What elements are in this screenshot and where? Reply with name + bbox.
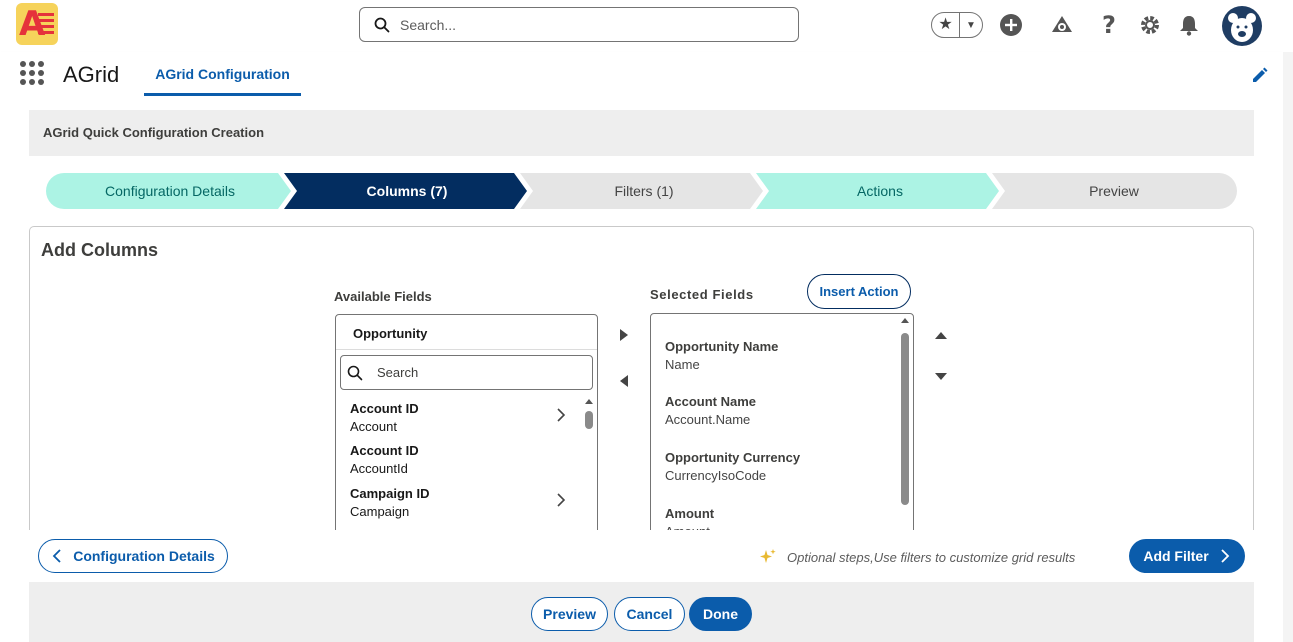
back-configuration-details-button[interactable]: Configuration Details [38,539,228,573]
available-fields-label: Available Fields [334,289,432,304]
main-content: AGrid Quick Configuration Creation Confi… [0,96,1283,642]
path-step-label: Columns (7) [367,183,448,199]
sparkle-icon [760,549,776,563]
move-down-arrow-icon[interactable] [933,369,949,385]
app-launcher-icon[interactable] [20,61,44,85]
field-label: Account Name [665,394,757,409]
field-api-name: Account [350,419,397,434]
back-button-label: Configuration Details [73,548,215,564]
global-header: A ★ ▼ ? [0,0,1293,52]
available-fields-listbox: Opportunity Account ID Account Account I… [335,314,598,546]
field-label: Account ID [350,401,419,416]
app-navigation-bar: AGrid AGrid Configuration [0,52,1283,96]
search-icon [374,17,390,32]
available-field-item[interactable]: Campaign ID Campaign [336,486,582,528]
step-path: Configuration Details Columns (7) Filter… [46,173,1237,209]
search-icon [347,365,363,380]
section-title: AGrid Quick Configuration Creation [43,125,265,140]
trailhead-guide-icon[interactable] [1049,12,1075,38]
selected-field-item[interactable]: Opportunity Currency CurrencyIsoCode [665,450,895,490]
global-search-input[interactable] [400,16,780,33]
field-label: Opportunity Name [665,339,779,354]
tab-agrid-configuration[interactable]: AGrid Configuration [144,52,301,96]
add-filter-button[interactable]: Add Filter [1129,539,1245,573]
chevron-right-icon[interactable] [553,492,569,508]
selected-fields-listbox: Opportunity Name Name Account Name Accou… [650,313,914,546]
object-name: Opportunity [353,326,428,341]
edit-nav-pencil-icon[interactable] [1251,66,1269,84]
available-fields-search[interactable] [340,355,593,390]
path-step-columns[interactable]: Columns (7) [284,173,527,209]
section-header: AGrid Quick Configuration Creation [29,110,1254,156]
field-api-name: CurrencyIsoCode [665,468,767,483]
preview-button[interactable]: Preview [531,597,608,631]
path-step-label: Configuration Details [105,183,235,199]
selected-fields-label: Selected Fields [650,287,754,302]
favorites-star-icon[interactable]: ★ [932,13,960,37]
field-api-name: AccountId [350,461,408,476]
path-step-label: Preview [1089,183,1140,199]
card-title: Add Columns [41,240,158,260]
selected-fields-scrollbar[interactable] [900,316,910,506]
user-avatar[interactable] [1222,6,1262,46]
path-step-actions[interactable]: Actions [756,173,999,209]
move-right-arrow-icon[interactable] [616,327,632,343]
path-step-preview[interactable]: Preview [992,173,1237,209]
notifications-bell-icon[interactable] [1176,12,1202,38]
object-header: Opportunity [336,315,597,350]
field-api-name: Campaign [350,504,410,519]
chevron-right-icon[interactable] [553,407,569,423]
insert-action-button[interactable]: Insert Action [807,274,911,309]
move-left-arrow-icon[interactable] [616,373,632,389]
field-label: Opportunity Currency [665,450,801,465]
favorites-dropdown-icon[interactable]: ▼ [960,20,982,31]
cancel-button[interactable]: Cancel [614,597,685,631]
selected-field-item[interactable]: Account Name Account.Name [665,394,895,434]
path-step-label: Filters (1) [614,183,673,199]
selected-field-item[interactable]: Opportunity Name Name [665,339,895,379]
global-search-box[interactable] [359,7,799,42]
available-fields-scrollbar[interactable] [584,397,594,546]
app-name: AGrid [63,62,120,87]
field-api-name: Name [665,357,700,372]
path-step-label: Actions [857,183,903,199]
agrid-logo-icon[interactable]: A [16,3,58,45]
wizard-footer: Configuration Details Optional steps,Use… [29,530,1254,582]
chevron-left-icon [52,549,61,563]
hint-text: Optional steps,Use filters to customize … [787,549,1076,565]
modal-action-bar: Preview Cancel Done [29,582,1254,642]
add-columns-card: Add Columns Available Fields Opportunity… [29,226,1254,546]
field-label: Campaign ID [350,486,430,501]
field-label: Amount [665,506,715,521]
help-icon[interactable]: ? [1096,11,1122,39]
next-button-label: Add Filter [1143,548,1209,564]
favorites-button[interactable]: ★ ▼ [931,12,983,38]
global-actions-add-icon[interactable] [998,12,1024,38]
setup-gear-icon[interactable] [1137,12,1163,38]
available-fields-search-input[interactable] [377,365,577,380]
move-up-arrow-icon[interactable] [933,327,949,343]
field-api-name: Account.Name [665,412,751,427]
field-label: Account ID [350,443,419,458]
path-step-filters[interactable]: Filters (1) [520,173,763,209]
optional-steps-hint: Optional steps,Use filters to customize … [759,548,1075,566]
done-button[interactable]: Done [689,597,752,631]
chevron-right-icon [1221,549,1229,563]
available-field-item[interactable]: Account ID Account [336,401,582,443]
page-scrollbar[interactable] [1283,52,1293,642]
available-field-item[interactable]: Account ID AccountId [336,443,582,485]
path-step-configuration-details[interactable]: Configuration Details [46,173,291,209]
